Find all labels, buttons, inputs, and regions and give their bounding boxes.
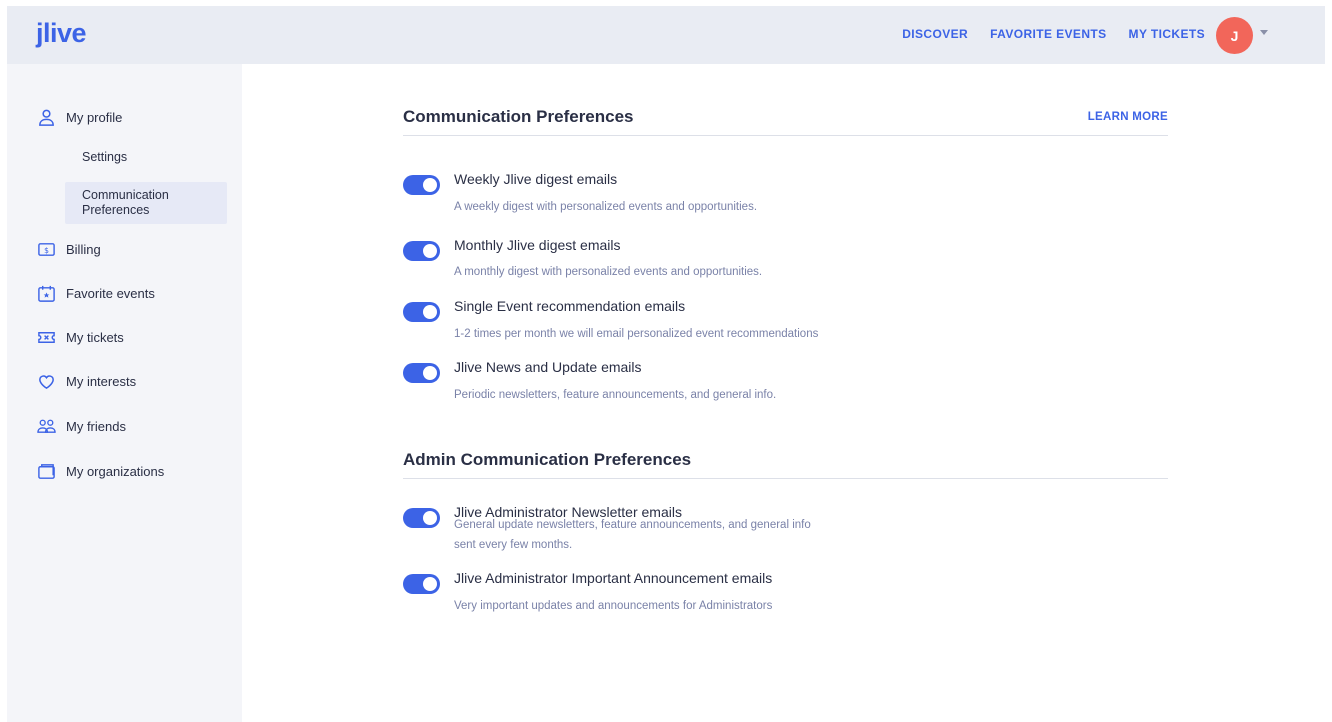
calendar-star-icon [37,284,56,303]
comm-prefs-line2: Preferences [82,203,150,217]
nav-discover[interactable]: DISCOVER [902,27,968,41]
svg-text:$: $ [44,246,49,255]
toggle-switch[interactable] [403,574,440,594]
sidebar-item-label: My profile [66,110,123,125]
sidebar-item-label: Favorite events [66,286,155,301]
sidebar-item-my-organizations[interactable]: My organizations [37,462,164,481]
sidebar-item-my-tickets[interactable]: My tickets [37,328,124,347]
app-frame: jlive DISCOVER FAVORITE EVENTS MY TICKET… [7,6,1325,722]
pref-description: General update newsletters, feature anno… [454,515,811,555]
user-avatar[interactable]: J [1216,17,1253,54]
pref-description: A weekly digest with personalized events… [454,201,758,213]
toggle-switch[interactable] [403,363,440,383]
sidebar-item-label: My organizations [66,464,165,479]
toggle-switch[interactable] [403,508,440,528]
pref-description: Periodic newsletters, feature announceme… [454,389,777,401]
pref-title: Jlive Administrator Important Announceme… [454,570,773,586]
toggle-switch[interactable] [403,241,440,261]
sidebar-item-my-friends[interactable]: My friends [37,417,126,436]
top-header: jlive DISCOVER FAVORITE EVENTS MY TICKET… [7,6,1325,64]
ticket-icon [37,328,56,347]
sidebar-subitem-settings[interactable]: Settings [82,150,127,165]
section-title-admin: Admin Communication Preferences [403,450,692,469]
sidebar-subitem-label: Communication Preferences [82,188,169,218]
dollar-bill-icon: $ [37,240,56,259]
section-divider [403,478,1168,479]
sidebar-item-label: My interests [66,374,137,389]
toggle-switch[interactable] [403,175,440,195]
pref-title: Jlive News and Update emails [454,359,642,375]
sidebar-item-favorite-events[interactable]: Favorite events [37,284,155,303]
pref-description: 1-2 times per month we will email person… [454,328,819,340]
pref-description: A monthly digest with personalized event… [454,266,763,278]
nav-favorite-events[interactable]: FAVORITE EVENTS [990,27,1106,41]
top-nav: DISCOVER FAVORITE EVENTS MY TICKETS [902,27,1205,41]
sidebar-item-label: Billing [66,242,101,257]
pref-title: Monthly Jlive digest emails [454,237,621,253]
pref-description: Very important updates and announcements… [454,600,773,612]
sidebar-item-label: My tickets [66,330,124,345]
toggle-switch[interactable] [403,302,440,322]
sidebar-item-my-interests[interactable]: My interests [37,372,136,391]
sidebar-item-billing[interactable]: $ Billing [37,240,101,259]
heart-icon [37,372,56,391]
friends-icon [37,417,56,436]
pref-title: Weekly Jlive digest emails [454,171,618,187]
pref-title: Single Event recommendation emails [454,298,686,314]
sidebar-item-label: My friends [66,419,126,434]
jlive-logo[interactable]: jlive [36,18,87,49]
comm-prefs-line1: Communication [82,188,169,202]
user-icon [37,108,56,127]
nav-my-tickets[interactable]: MY TICKETS [1129,27,1205,41]
pref-description-line1: General update newsletters, feature anno… [454,519,811,531]
folder-icon [37,462,56,481]
sidebar-item-my-profile[interactable]: My profile [37,108,122,127]
section-title-communication: Communication Preferences [403,107,634,126]
section-divider [403,135,1168,136]
sidebar: My profile Settings Communication Prefer… [7,64,242,722]
chevron-down-icon[interactable] [1260,30,1268,35]
learn-more-link[interactable]: LEARN MORE [1088,111,1168,123]
pref-description-line2: sent every few months. [454,539,573,551]
